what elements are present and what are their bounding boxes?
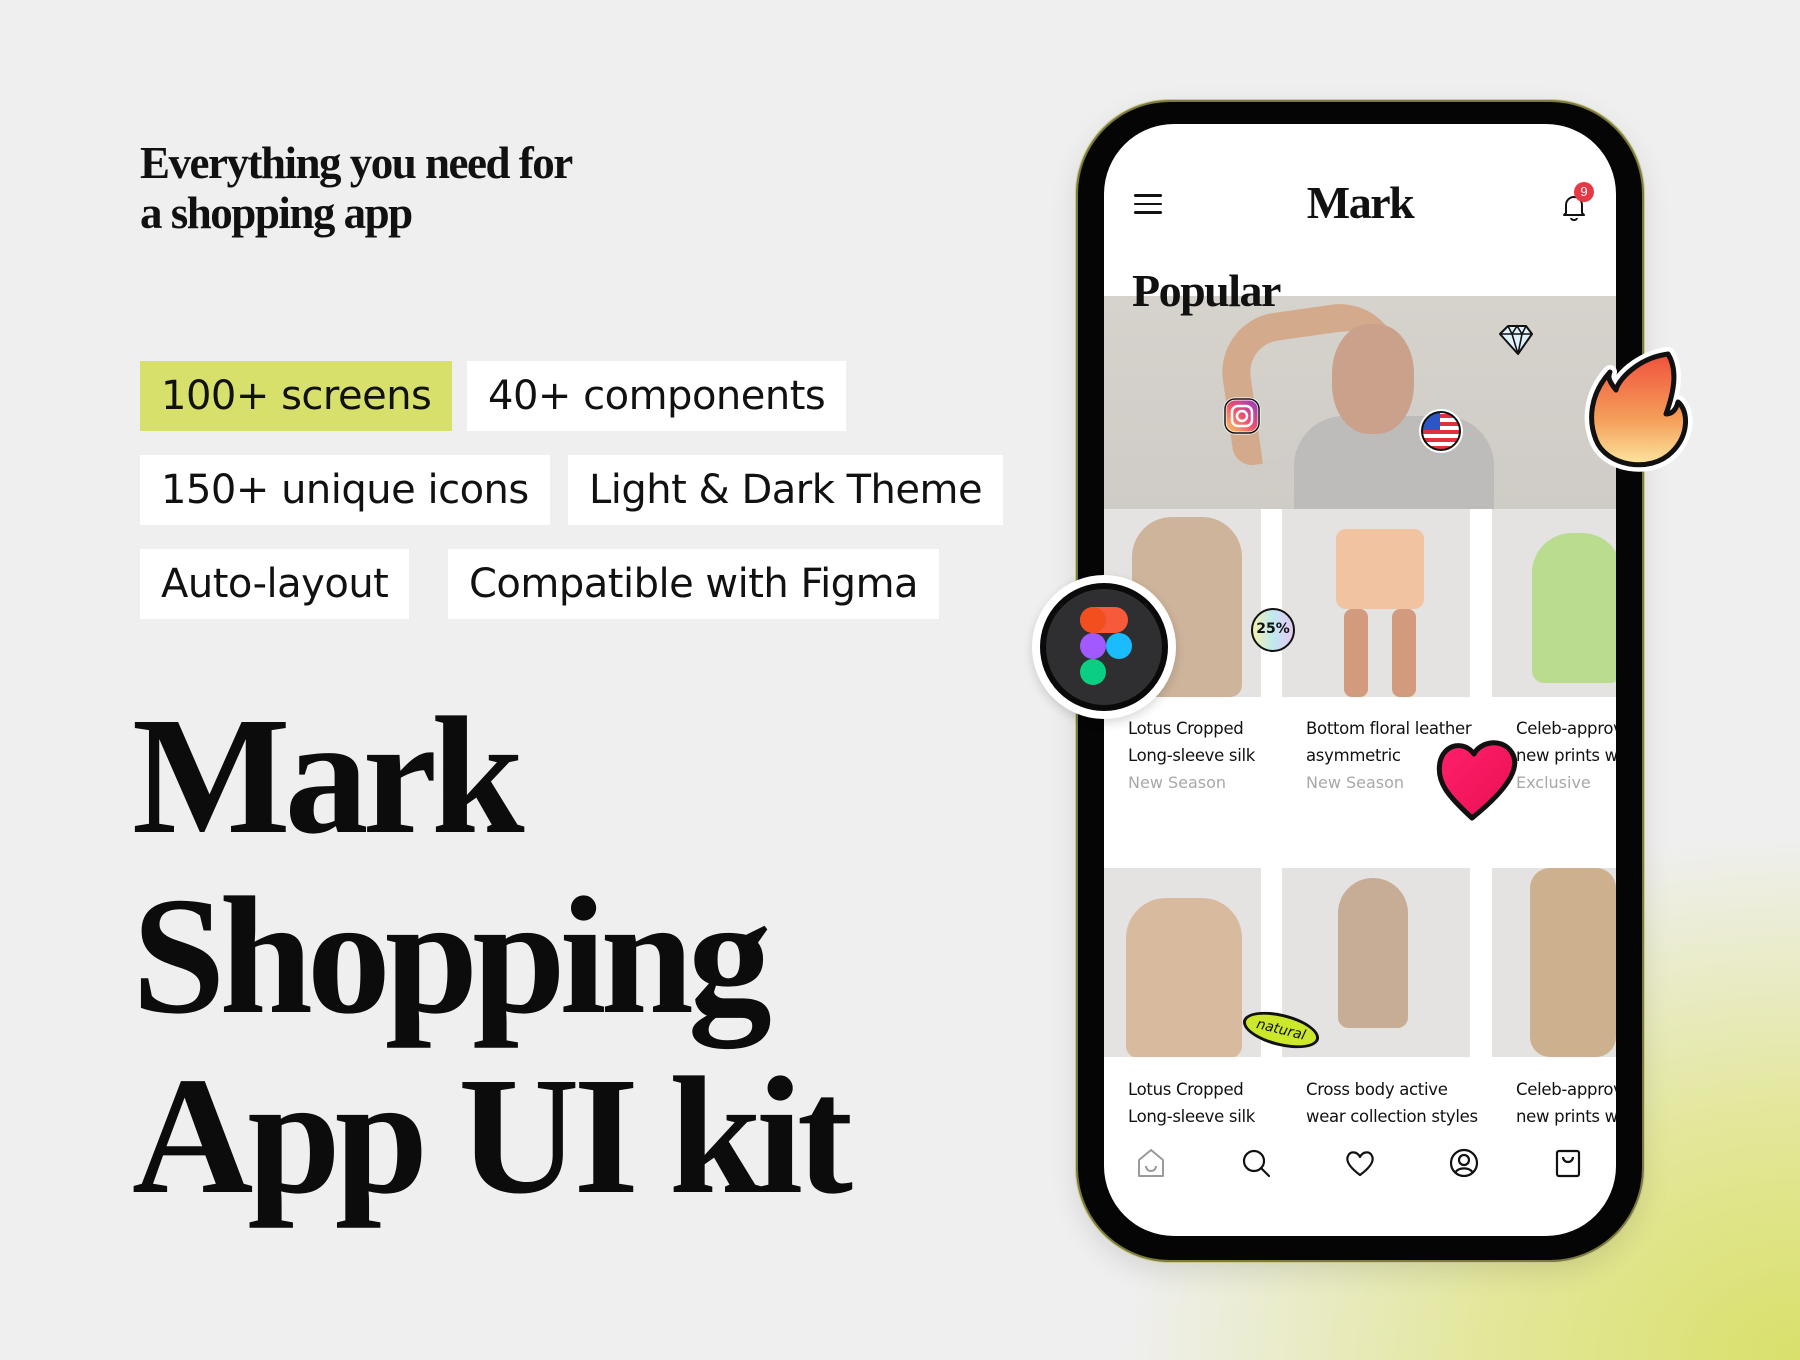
product-subtitle: New Season [1128, 773, 1227, 792]
product-title[interactable]: Lotus Cropped Long-sleeve silk [1128, 1076, 1255, 1130]
fire-icon [1584, 347, 1693, 472]
product-image[interactable] [1492, 868, 1616, 1057]
product-subtitle: New Season [1306, 773, 1405, 792]
product-image[interactable] [1282, 509, 1470, 697]
feature-pill-theme: Light & Dark Theme [568, 455, 1004, 525]
product-title[interactable]: Celeb-approved new prints with [1516, 715, 1616, 769]
feature-pill-components: 40+ components [467, 361, 847, 431]
home-bag-icon[interactable] [1134, 1146, 1168, 1180]
instagram-icon [1223, 397, 1261, 435]
product-title: Mark Shopping App UI kit [132, 683, 853, 1229]
heart-sticker-icon [1436, 740, 1518, 821]
discount-badge: 25% [1251, 608, 1295, 652]
bottom-nav [1104, 1146, 1616, 1186]
heart-icon[interactable] [1343, 1146, 1377, 1180]
product-image[interactable] [1492, 509, 1616, 697]
section-title-popular: Popular [1132, 265, 1281, 316]
product-title-line-1: Mark [132, 683, 525, 869]
app-logo: Mark [1306, 177, 1415, 228]
notification-count-badge: 9 [1574, 182, 1594, 202]
search-icon[interactable] [1239, 1146, 1273, 1180]
usa-flag-icon [1419, 409, 1463, 453]
shopping-bag-icon[interactable] [1551, 1146, 1585, 1180]
tagline-line-1: Everything you need for [140, 138, 573, 188]
feature-pill-screens: 100+ screens [140, 361, 453, 431]
product-title-line-2: Shopping [132, 863, 772, 1049]
figma-logo-icon [1080, 607, 1132, 685]
user-circle-icon[interactable] [1447, 1146, 1481, 1180]
product-title[interactable]: Lotus Cropped Long-sleeve silk [1128, 715, 1255, 769]
popular-hero-image[interactable] [1104, 296, 1616, 509]
product-subtitle: Exclusive [1516, 773, 1591, 792]
feature-pill-autolayout: Auto-layout [140, 549, 410, 619]
product-image[interactable] [1104, 868, 1261, 1057]
product-title[interactable]: Cross body active wear collection styles [1306, 1076, 1478, 1130]
diamond-icon [1499, 324, 1533, 355]
figma-logo-sticker [1032, 575, 1176, 719]
product-title[interactable]: Celeb-approved new prints with [1516, 1076, 1616, 1130]
app-screen: Mark 9 Popular Lotus Cropped Long-sleeve… [1104, 124, 1616, 1236]
tagline-line-2: a shopping app [140, 188, 413, 238]
product-title-line-3: App UI kit [132, 1043, 853, 1229]
tagline: Everything you need for a shopping app [140, 138, 573, 238]
feature-pill-icons: 150+ unique icons [140, 455, 550, 525]
feature-pill-figma: Compatible with Figma [448, 549, 940, 619]
